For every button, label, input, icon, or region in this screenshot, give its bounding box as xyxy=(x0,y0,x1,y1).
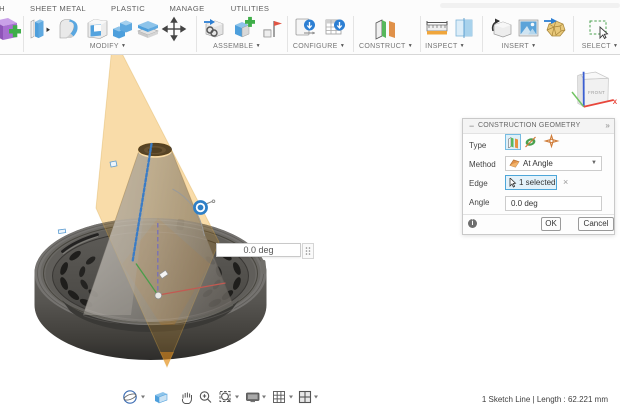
svg-text:X: X xyxy=(613,99,618,106)
svg-text:FRONT: FRONT xyxy=(588,90,605,95)
